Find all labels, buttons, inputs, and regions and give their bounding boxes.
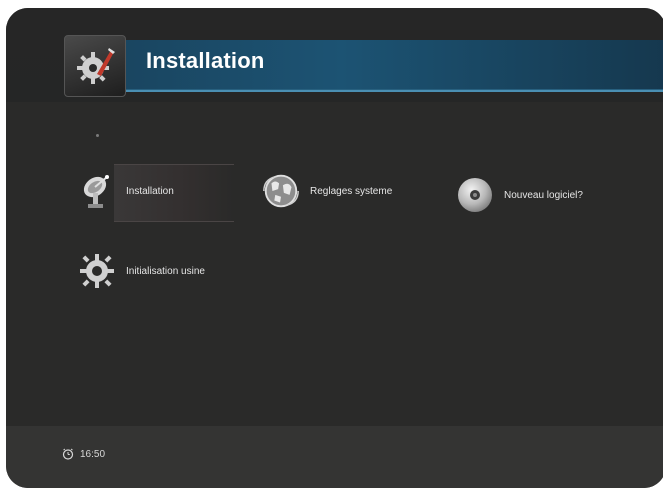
menu-item-label: Installation (126, 185, 174, 197)
menu-item-initialisation-usine[interactable]: Initialisation usine (76, 250, 205, 292)
satellite-dish-icon (76, 170, 118, 212)
globe-icon (260, 170, 302, 212)
clock-time: 16:50 (80, 448, 106, 460)
menu-item-installation[interactable]: Installation (76, 164, 234, 222)
gear-icon (76, 250, 118, 292)
gear-wrench-icon (64, 35, 126, 97)
disc-icon (454, 174, 496, 216)
menu-item-label: Nouveau logiciel? (504, 189, 583, 201)
alarm-clock-icon (62, 448, 74, 460)
header: Installation (6, 8, 663, 102)
menu-item-label: Reglages systeme (310, 185, 393, 197)
page-title: Installation (146, 48, 265, 73)
tv-screen: Installation Installation Reglages syste… (6, 8, 663, 488)
decorative-dot (96, 134, 99, 137)
menu-item-nouveau-logiciel[interactable]: Nouveau logiciel? (454, 174, 583, 216)
menu-item-reglages-systeme[interactable]: Reglages systeme (260, 170, 392, 212)
clock: 16:50 (62, 448, 105, 460)
menu-item-label: Initialisation usine (126, 265, 205, 277)
footer-bar: 16:50 (6, 426, 663, 488)
